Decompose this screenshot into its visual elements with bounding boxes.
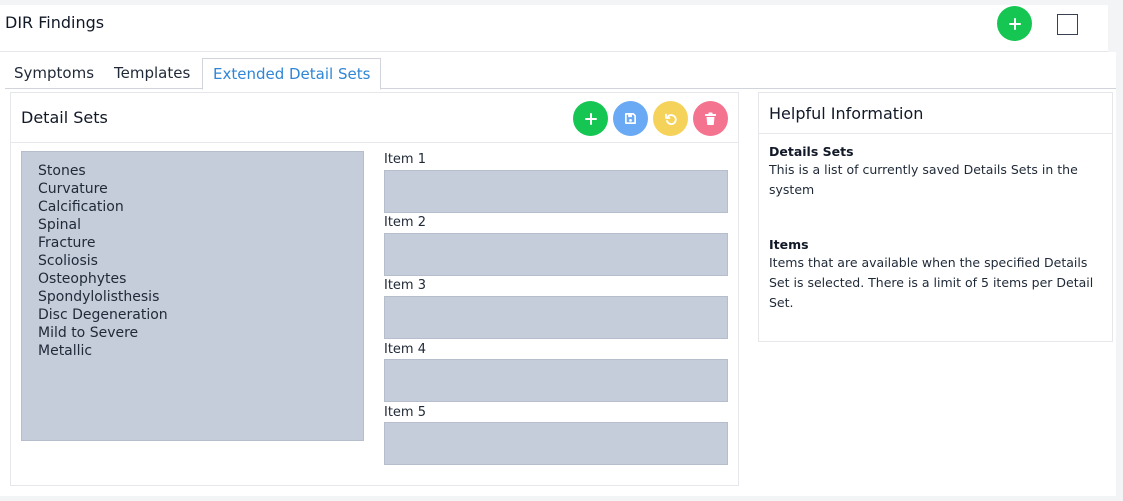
list-item[interactable]: Curvature	[38, 180, 347, 198]
help-title: Helpful Information	[769, 104, 924, 123]
list-item[interactable]: Spinal	[38, 216, 347, 234]
save-detail-set-button[interactable]	[613, 101, 648, 136]
list-item[interactable]: Fracture	[38, 234, 347, 252]
helpful-information-card: Helpful Information Details Sets This is…	[758, 92, 1113, 342]
trash-icon	[705, 112, 716, 125]
page-header: DIR Findings	[0, 5, 1108, 52]
list-item[interactable]: Stones	[38, 162, 347, 180]
list-item[interactable]: Mild to Severe	[38, 324, 347, 342]
help-text: Items that are available when the specif…	[769, 255, 1094, 310]
item-2-field[interactable]	[384, 233, 728, 276]
item-5-label: Item 5	[384, 405, 426, 420]
detail-sets-title: Detail Sets	[21, 108, 108, 127]
tab-symptoms[interactable]: Symptoms	[8, 58, 100, 89]
list-item[interactable]: Disc Degeneration	[38, 306, 347, 324]
help-header: Helpful Information	[759, 93, 1112, 134]
help-text: This is a list of currently saved Detail…	[769, 162, 1078, 197]
list-item[interactable]: Osteophytes	[38, 270, 347, 288]
item-3-field[interactable]	[384, 296, 728, 339]
tab-extended-detail-sets[interactable]: Extended Detail Sets	[202, 58, 382, 90]
item-1-field[interactable]	[384, 170, 728, 213]
header-checkbox[interactable]	[1057, 14, 1078, 35]
list-item[interactable]: Calcification	[38, 198, 347, 216]
add-detail-set-button[interactable]	[573, 101, 608, 136]
delete-detail-set-button[interactable]	[693, 101, 728, 136]
detail-sets-header: Detail Sets	[11, 93, 738, 143]
item-3-label: Item 3	[384, 278, 426, 293]
list-item[interactable]: Metallic	[38, 342, 347, 360]
item-1-label: Item 1	[384, 152, 426, 167]
item-4-field[interactable]	[384, 359, 728, 402]
plus-icon	[1008, 17, 1021, 30]
help-heading: Details Sets	[769, 144, 854, 159]
detail-sets-card: Detail Sets Stones Curvature Calcificati…	[10, 92, 739, 486]
item-4-label: Item 4	[384, 342, 426, 357]
help-body: Details Sets This is a list of currently…	[769, 143, 1104, 313]
tab-templates[interactable]: Templates	[108, 58, 196, 89]
help-section-details-sets: Details Sets This is a list of currently…	[769, 143, 1104, 200]
undo-icon	[664, 113, 677, 125]
item-5-field[interactable]	[384, 422, 728, 465]
plus-icon	[584, 112, 597, 125]
tab-bar: Symptoms Templates Extended Detail Sets	[5, 58, 1116, 90]
help-heading: Items	[769, 237, 809, 252]
page-title: DIR Findings	[5, 13, 105, 32]
help-section-items: Items Items that are available when the …	[769, 236, 1104, 313]
detail-set-list[interactable]: Stones Curvature Calcification Spinal Fr…	[21, 151, 364, 441]
undo-detail-set-button[interactable]	[653, 101, 688, 136]
save-icon	[625, 113, 636, 124]
add-finding-button[interactable]	[997, 6, 1032, 41]
list-item[interactable]: Scoliosis	[38, 252, 347, 270]
list-item[interactable]: Spondylolisthesis	[38, 288, 347, 306]
item-2-label: Item 2	[384, 215, 426, 230]
